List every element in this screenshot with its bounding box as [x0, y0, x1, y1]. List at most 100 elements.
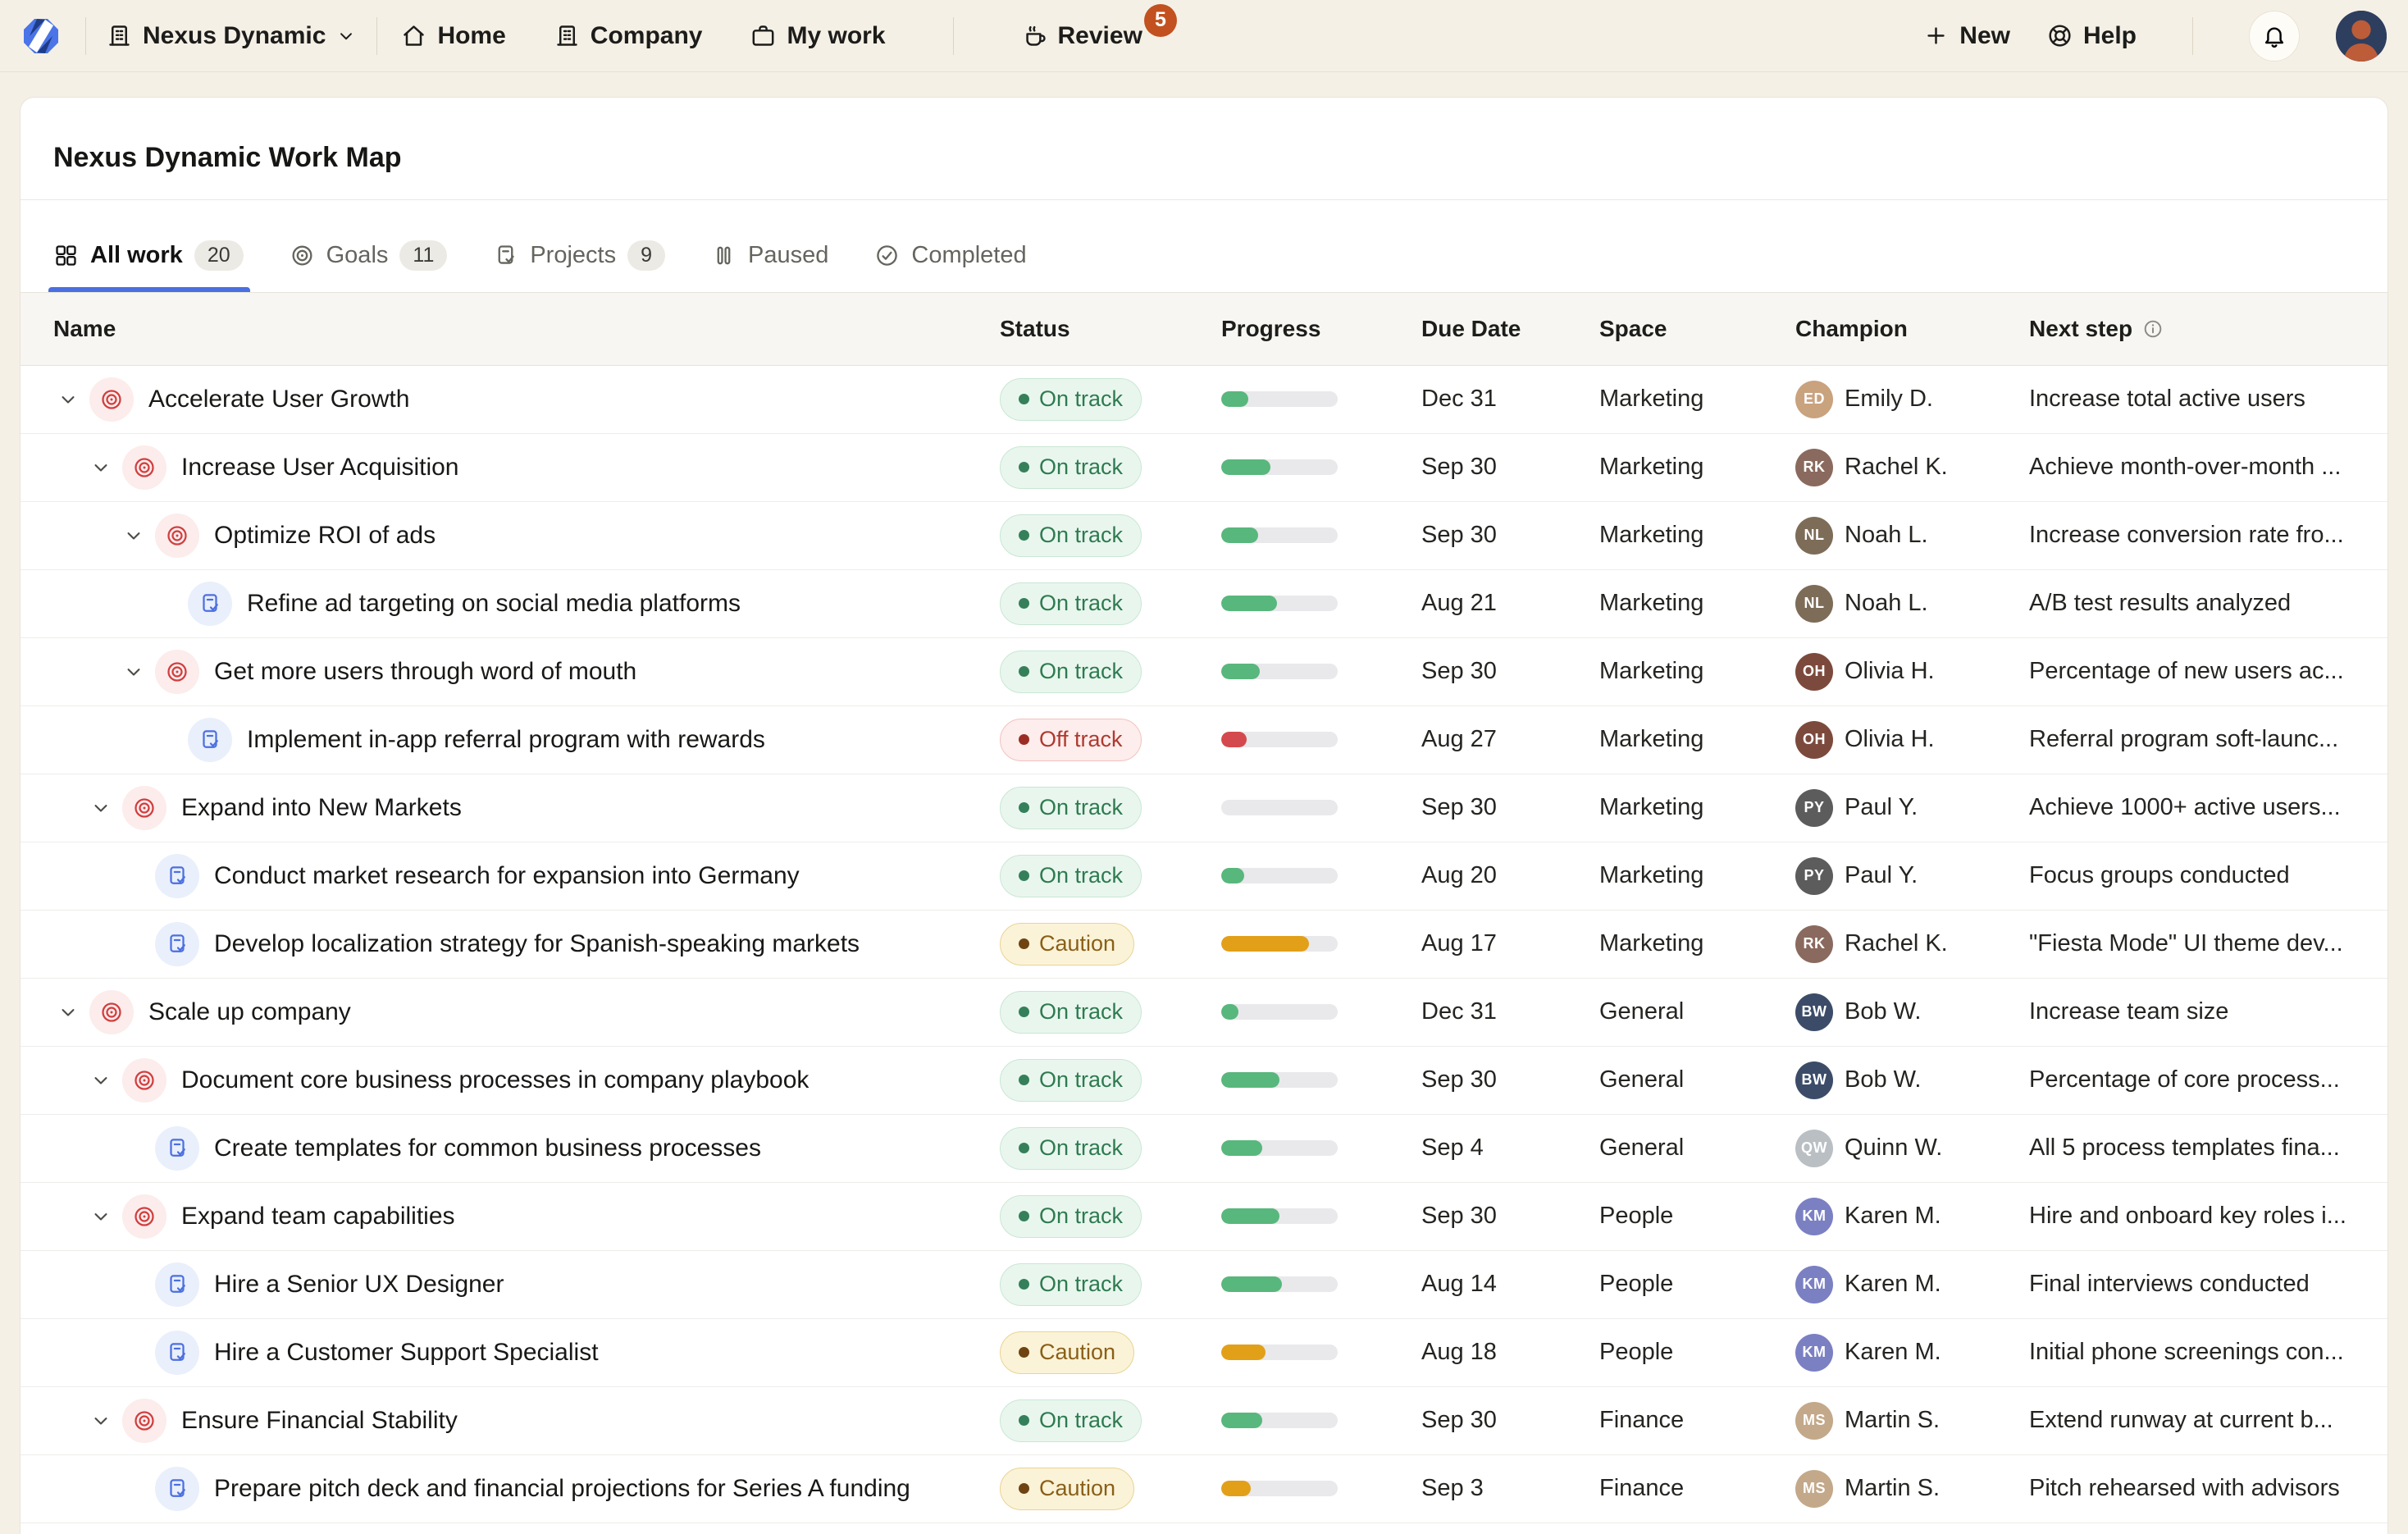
progress-fill [1221, 1413, 1262, 1428]
table-row[interactable]: Improve ProductOn trackSep 30ProductFMFr… [21, 1523, 2387, 1534]
table-row[interactable]: Implement in-app referral program with r… [21, 706, 2387, 774]
user-avatar[interactable] [2336, 11, 2387, 62]
tab-projects[interactable]: Projects9 [493, 219, 665, 292]
info-icon[interactable] [2142, 318, 2164, 340]
nav-item-company[interactable]: Company [554, 22, 703, 50]
progress-bar [1221, 732, 1338, 747]
status-badge[interactable]: On track [1000, 1195, 1142, 1238]
chevron-down-icon[interactable] [119, 521, 148, 550]
progress-cell [1202, 732, 1402, 747]
status-badge[interactable]: On track [1000, 582, 1142, 625]
status-badge[interactable]: On track [1000, 651, 1142, 693]
status-cell: On track [980, 1195, 1202, 1238]
item-name: Develop localization strategy for Spanis… [214, 930, 860, 958]
chevron-down-icon[interactable] [86, 453, 116, 482]
next-step-cell: Initial phone screenings con... [2009, 1339, 2368, 1366]
status-badge[interactable]: On track [1000, 991, 1142, 1034]
nav-item-review[interactable]: Review5 [1021, 22, 1142, 50]
table-body: Accelerate User GrowthOn trackDec 31Mark… [21, 366, 2387, 1534]
table-row[interactable]: Expand team capabilitiesOn trackSep 30Pe… [21, 1183, 2387, 1251]
tab-completed[interactable]: Completed [874, 219, 1026, 292]
project-doc-icon [155, 854, 199, 898]
workspace-switcher[interactable]: Nexus Dynamic [106, 22, 357, 50]
building-icon [106, 22, 133, 49]
project-doc-icon [155, 922, 199, 966]
notification-count-badge: 5 [1144, 4, 1177, 37]
chevron-down-icon[interactable] [119, 657, 148, 687]
table-row[interactable]: Optimize ROI of adsOn trackSep 30Marketi… [21, 502, 2387, 570]
status-badge[interactable]: On track [1000, 1059, 1142, 1102]
chevron-down-icon[interactable] [53, 998, 83, 1027]
chevron-down-icon[interactable] [86, 793, 116, 823]
champion-cell: NLNoah L. [1776, 517, 2009, 555]
champion-name: Quinn W. [1845, 1135, 1942, 1162]
nav-item-home[interactable]: Home [400, 22, 505, 50]
status-dot-icon [1019, 1211, 1029, 1221]
tab-goals[interactable]: Goals11 [290, 219, 448, 292]
table-row[interactable]: Conduct market research for expansion in… [21, 842, 2387, 911]
space-cell: General [1580, 1135, 1776, 1162]
tab-all-work[interactable]: All work20 [53, 219, 244, 292]
tab-paused[interactable]: Paused [711, 219, 828, 292]
champion-name: Martin S. [1845, 1407, 1940, 1434]
status-cell: On track [980, 1127, 1202, 1170]
status-badge[interactable]: On track [1000, 787, 1142, 829]
table-row[interactable]: Prepare pitch deck and financial project… [21, 1455, 2387, 1523]
due-date-cell: Sep 30 [1402, 794, 1580, 821]
chevron-down-icon[interactable] [86, 1406, 116, 1436]
table-row[interactable]: Increase User AcquisitionOn trackSep 30M… [21, 434, 2387, 502]
status-badge[interactable]: On track [1000, 446, 1142, 489]
status-badge[interactable]: On track [1000, 855, 1142, 897]
space-cell: Finance [1580, 1407, 1776, 1434]
status-badge[interactable]: Caution [1000, 1468, 1134, 1510]
table-row[interactable]: Expand into New MarketsOn trackSep 30Mar… [21, 774, 2387, 842]
space-cell: Marketing [1580, 590, 1776, 617]
item-name: Scale up company [148, 998, 351, 1026]
table-row[interactable]: Hire a Senior UX DesignerOn trackAug 14P… [21, 1251, 2387, 1319]
divider [953, 17, 954, 55]
table-row[interactable]: Document core business processes in comp… [21, 1047, 2387, 1115]
status-badge[interactable]: On track [1000, 378, 1142, 421]
status-cell: On track [980, 1399, 1202, 1442]
due-date: Sep 30 [1421, 454, 1497, 481]
status-badge[interactable]: On track [1000, 1399, 1142, 1442]
status-label: Caution [1039, 931, 1115, 956]
status-cell: On track [980, 651, 1202, 693]
table-row[interactable]: Develop localization strategy for Spanis… [21, 911, 2387, 979]
next-step-cell: "Fiesta Mode" UI theme dev... [2009, 930, 2368, 957]
status-badge[interactable]: On track [1000, 1127, 1142, 1170]
progress-fill [1221, 868, 1244, 883]
champion-cell: KMKaren M. [1776, 1334, 2009, 1372]
table-row[interactable]: Refine ad targeting on social media plat… [21, 570, 2387, 638]
table-row[interactable]: Hire a Customer Support SpecialistCautio… [21, 1319, 2387, 1387]
chevron-down-icon[interactable] [86, 1202, 116, 1231]
nav-item-my-work[interactable]: My work [750, 22, 885, 50]
table-row[interactable]: Create templates for common business pro… [21, 1115, 2387, 1183]
column-header-label: Due Date [1421, 316, 1521, 342]
row-name-cell: Refine ad targeting on social media plat… [53, 582, 980, 626]
champion-avatar: NL [1795, 517, 1833, 555]
chevron-down-icon[interactable] [86, 1066, 116, 1095]
due-date-cell: Sep 3 [1402, 1475, 1580, 1502]
table-row[interactable]: Scale up companyOn trackDec 31GeneralBWB… [21, 979, 2387, 1047]
table-row[interactable]: Ensure Financial StabilityOn trackSep 30… [21, 1387, 2387, 1455]
status-dot-icon [1019, 394, 1029, 404]
row-name-cell: Prepare pitch deck and financial project… [53, 1467, 980, 1511]
progress-cell [1202, 1481, 1402, 1496]
space-name: People [1599, 1271, 1673, 1298]
table-row[interactable]: Get more users through word of mouthOn t… [21, 638, 2387, 706]
notifications-button[interactable] [2249, 11, 2300, 62]
status-badge[interactable]: Caution [1000, 1331, 1134, 1374]
status-badge[interactable]: On track [1000, 514, 1142, 557]
progress-fill [1221, 732, 1247, 747]
status-badge[interactable]: On track [1000, 1263, 1142, 1306]
progress-bar [1221, 1481, 1338, 1496]
status-badge[interactable]: Off track [1000, 719, 1142, 761]
new-button[interactable]: New [1922, 22, 2010, 50]
due-date: Aug 14 [1421, 1271, 1497, 1298]
status-badge[interactable]: Caution [1000, 923, 1134, 966]
table-row[interactable]: Accelerate User GrowthOn trackDec 31Mark… [21, 366, 2387, 434]
next-step-cell: A/B test results analyzed [2009, 590, 2368, 617]
help-button[interactable]: Help [2046, 22, 2137, 50]
chevron-down-icon[interactable] [53, 385, 83, 414]
